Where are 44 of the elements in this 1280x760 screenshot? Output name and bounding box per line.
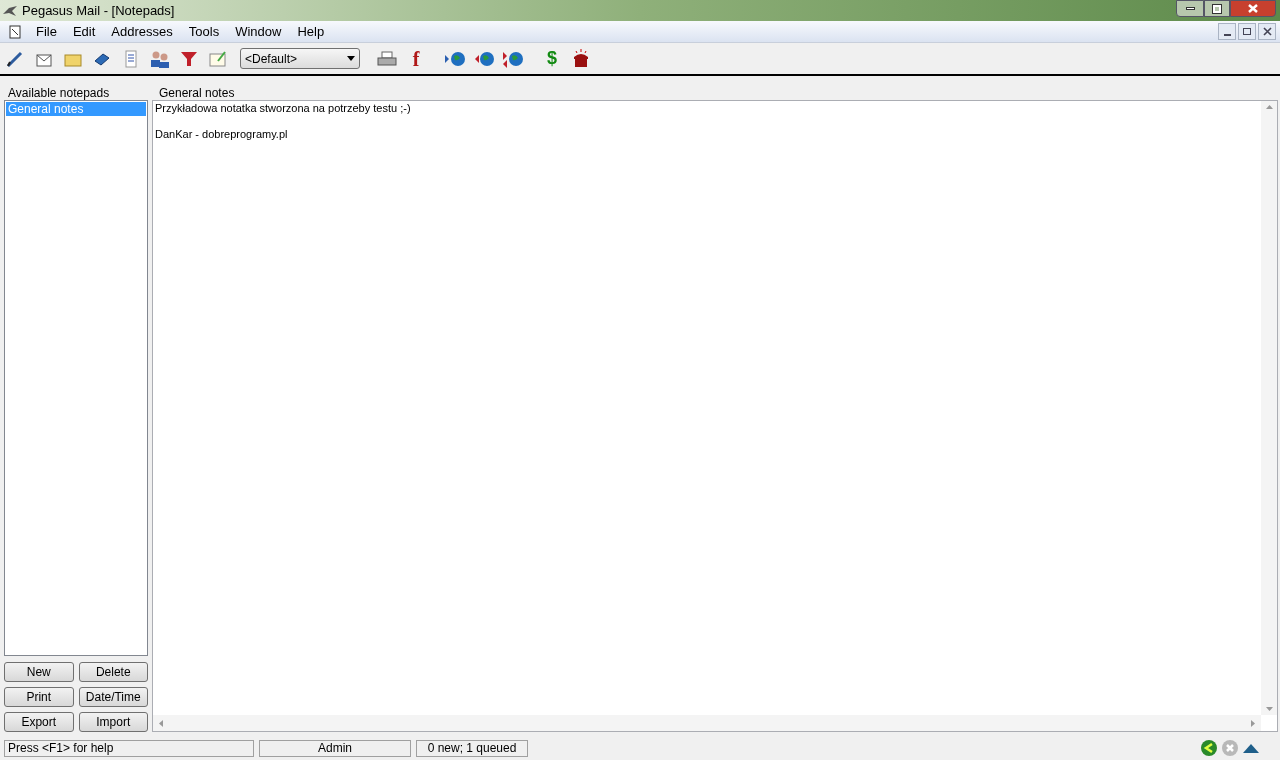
money-button[interactable]: $ xyxy=(539,45,565,72)
note-editor[interactable]: Przykładowa notatka stworzona na potrzeby testu ;-) DanKar - dobreprogramy.pl xyxy=(152,100,1278,732)
scroll-right-icon xyxy=(1251,719,1255,727)
status-field: Admin xyxy=(259,739,411,757)
menu-item[interactable]: Help xyxy=(289,21,333,42)
menu-item[interactable]: Tools xyxy=(180,21,228,42)
notepad-button[interactable]: New xyxy=(4,662,74,682)
fax-button[interactable]: f xyxy=(403,45,429,72)
connection-icon xyxy=(1200,739,1218,757)
minimize-button[interactable] xyxy=(1176,0,1204,17)
panel-label: Available notepads xyxy=(8,85,111,100)
close-button[interactable] xyxy=(1258,23,1276,40)
stop-icon xyxy=(1221,739,1239,757)
notepad-button[interactable]: Export xyxy=(4,712,74,732)
notepad-button[interactable]: Import xyxy=(78,712,148,732)
up-triangle-icon xyxy=(1242,742,1260,754)
close-icon xyxy=(1262,27,1272,36)
notepad-button[interactable]: Delete xyxy=(78,662,148,682)
menu-item[interactable]: Window xyxy=(227,21,290,42)
status-field: 0 new; 1 queued xyxy=(416,739,528,757)
scroll-up-icon xyxy=(1265,105,1273,109)
close-button[interactable] xyxy=(1230,0,1276,17)
menu-item[interactable]: Edit xyxy=(64,21,104,42)
vertical-scrollbar[interactable] xyxy=(1261,101,1277,715)
dropdown-arrow-icon xyxy=(347,56,355,61)
minimize-button[interactable] xyxy=(1218,23,1236,40)
profile-select[interactable]: <Default> xyxy=(240,48,360,69)
bird-icon xyxy=(2,3,18,18)
restore-button[interactable] xyxy=(1204,0,1230,17)
scroll-left-icon xyxy=(159,719,163,727)
note-line: Przykładowa notatka stworzona na potrzeby testu ;-) xyxy=(155,102,412,115)
status-field: Press <F1> for help xyxy=(4,739,254,757)
menu-item[interactable]: File xyxy=(28,21,65,42)
document-icon xyxy=(8,24,22,39)
window-title: Pegasus Mail - [Notepads] xyxy=(22,1,175,20)
menu-item[interactable]: Addresses xyxy=(103,21,181,42)
notepad-button[interactable]: Print xyxy=(4,687,74,707)
note-line: DanKar - dobreprogramy.pl xyxy=(155,128,289,141)
horizontal-scrollbar[interactable] xyxy=(153,715,1261,731)
notepad-button[interactable]: Date/Time xyxy=(78,687,148,707)
scroll-down-icon xyxy=(1265,707,1273,711)
restore-button[interactable] xyxy=(1238,23,1256,40)
close-icon xyxy=(1248,4,1258,13)
editor-label: General notes xyxy=(159,85,236,100)
